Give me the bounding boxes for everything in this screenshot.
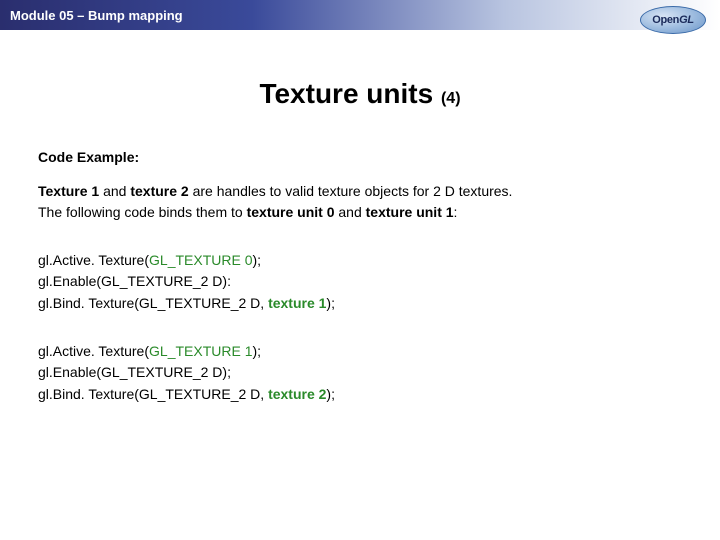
intro-tu0: texture unit 0 <box>247 204 335 220</box>
module-title: Module 05 – Bump mapping <box>10 8 183 23</box>
slide-root: Module 05 – Bump mapping OpenGL Texture … <box>0 0 720 540</box>
cb2-line3: gl.Bind. Texture(GL_TEXTURE_2 D, texture… <box>38 385 678 405</box>
cb1-l3c: ); <box>326 295 335 311</box>
opengl-logo-icon: OpenGL <box>638 6 708 34</box>
cb1-l1b: GL_TEXTURE 0 <box>149 252 252 268</box>
intro-l2c: and <box>334 204 365 220</box>
cb1-line1: gl.Active. Texture(GL_TEXTURE 0); <box>38 251 678 271</box>
cb2-l1c: ); <box>253 343 262 359</box>
intro-t1d: are handles to valid texture objects for… <box>189 183 513 199</box>
code-block-2: gl.Active. Texture(GL_TEXTURE 1); gl.Ena… <box>38 342 678 405</box>
slide-title-sub: (4) <box>441 90 461 107</box>
cb2-l1a: gl.Active. Texture( <box>38 343 149 359</box>
cb2-line1: gl.Active. Texture(GL_TEXTURE 1); <box>38 342 678 362</box>
intro-t2: texture 2 <box>130 183 188 199</box>
intro-line-2: The following code binds them to texture… <box>38 203 678 223</box>
content-area: Code Example: Texture 1 and texture 2 ar… <box>38 148 678 432</box>
intro-t1: Texture 1 <box>38 183 99 199</box>
cb2-l3a: gl.Bind. Texture(GL_TEXTURE_2 D, <box>38 386 268 402</box>
cb1-line2: gl.Enable(GL_TEXTURE_2 D): <box>38 272 678 292</box>
slide-title-main: Texture units <box>259 78 441 109</box>
intro-l2e: : <box>454 204 458 220</box>
slide-title: Texture units (4) <box>0 78 720 110</box>
logo-text-gl: GL <box>679 14 694 26</box>
cb1-l3b: texture 1 <box>268 295 326 311</box>
logo-oval: OpenGL <box>640 6 706 34</box>
cb1-l1a: gl.Active. Texture( <box>38 252 149 268</box>
intro-t1b: and <box>99 183 130 199</box>
cb2-l3b: texture 2 <box>268 386 326 402</box>
intro-l2a: The following code binds them to <box>38 204 247 220</box>
header-bar: Module 05 – Bump mapping <box>0 0 720 30</box>
code-example-label: Code Example: <box>38 148 678 168</box>
code-block-1: gl.Active. Texture(GL_TEXTURE 0); gl.Ena… <box>38 251 678 314</box>
intro-block: Texture 1 and texture 2 are handles to v… <box>38 182 678 223</box>
intro-line-1: Texture 1 and texture 2 are handles to v… <box>38 182 678 202</box>
cb1-l3a: gl.Bind. Texture(GL_TEXTURE_2 D, <box>38 295 268 311</box>
cb2-l3c: ); <box>326 386 335 402</box>
cb1-l1c: ); <box>253 252 262 268</box>
logo-text-open: Open <box>652 14 679 26</box>
cb1-line3: gl.Bind. Texture(GL_TEXTURE_2 D, texture… <box>38 294 678 314</box>
cb2-l1b: GL_TEXTURE 1 <box>149 343 252 359</box>
intro-tu1: texture unit 1 <box>366 204 454 220</box>
cb2-line2: gl.Enable(GL_TEXTURE_2 D); <box>38 363 678 383</box>
